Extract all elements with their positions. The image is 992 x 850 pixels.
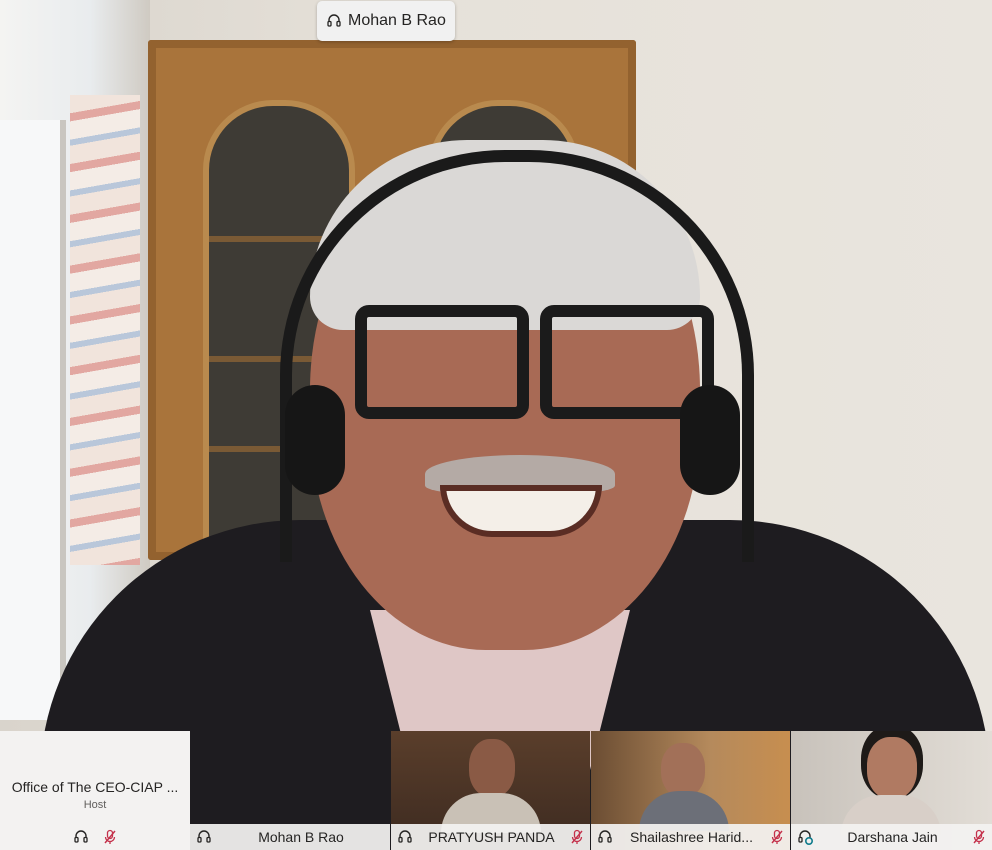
headset-icon (598, 830, 612, 843)
headset-icon (197, 830, 211, 843)
active-speaker-tag: Mohan B Rao (317, 1, 455, 41)
participant-tile-pratyush[interactable]: PRATYUSH PANDA (391, 731, 590, 850)
participant-name: PRATYUSH PANDA (428, 829, 555, 845)
participant-strip: Office of The CEO-CIAP ... Host Mohan B … (0, 731, 992, 850)
host-tile[interactable]: Office of The CEO-CIAP ... Host (0, 731, 190, 850)
mic-muted-icon (571, 829, 583, 844)
host-role-label: Host (83, 799, 107, 811)
participant-tile-shailashree[interactable]: Shailashree Harid... (591, 731, 790, 850)
active-speaker-name: Mohan B Rao (348, 12, 446, 29)
participant-avatar-video (469, 739, 515, 797)
participant-avatar-video (867, 737, 917, 799)
mic-muted-icon (973, 829, 985, 844)
headset-icon (398, 830, 412, 843)
participant-name: Darshana Jain (847, 829, 938, 845)
participant-tile-darshana[interactable]: Darshana Jain (791, 731, 992, 850)
headset-icon (327, 14, 341, 27)
main-speaker-video (0, 0, 992, 850)
mic-muted-icon (771, 829, 783, 844)
headset-speaking-icon (798, 830, 813, 845)
mic-muted-icon (104, 829, 116, 844)
participant-avatar-video (661, 743, 705, 797)
host-name: Office of The CEO-CIAP ... (11, 779, 179, 795)
participant-name: Mohan B Rao (258, 829, 344, 845)
headset-icon (74, 830, 88, 843)
participant-tile-mohan[interactable]: Mohan B Rao (190, 731, 390, 850)
participant-name: Shailashree Harid... (630, 829, 753, 845)
